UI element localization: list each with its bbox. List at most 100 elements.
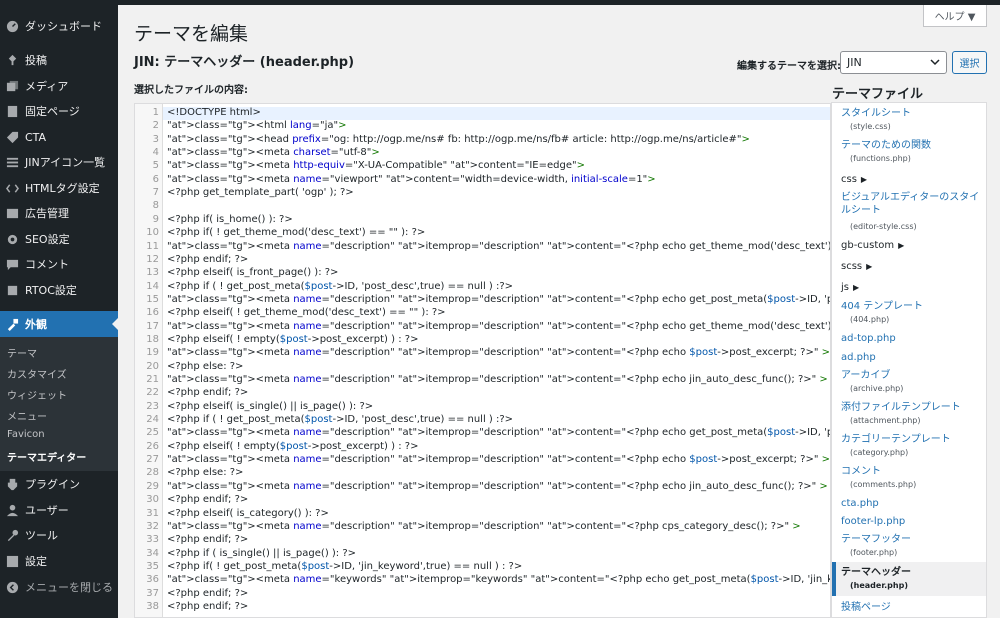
- folder-item[interactable]: js ▶: [841, 282, 859, 293]
- code-line[interactable]: <?php if ( is_single() || is_page() ): ?…: [167, 548, 356, 559]
- file-link[interactable]: ad-top.php: [841, 332, 981, 345]
- code-line[interactable]: "at">class="tg"><meta name="description"…: [167, 347, 830, 358]
- code-line[interactable]: <!DOCTYPE html>: [167, 107, 261, 118]
- code-line[interactable]: <?php else: ?>: [167, 361, 243, 372]
- line-number: 3: [152, 134, 159, 145]
- folder-item[interactable]: gb-custom ▶: [841, 240, 904, 251]
- sidebar-item-4[interactable]: CTA: [0, 124, 118, 150]
- code-line[interactable]: <?php if ( ! get_post_meta($post->ID, 'p…: [167, 414, 513, 425]
- code-line[interactable]: <?php elseif( is_single() || is_page() )…: [167, 401, 373, 412]
- line-number: 15: [146, 294, 159, 305]
- theme-select[interactable]: JIN: [840, 51, 947, 74]
- submenu-item[interactable]: テーマ: [7, 345, 37, 360]
- line-number: 35: [146, 561, 159, 572]
- code-line[interactable]: <?php endif; ?>: [167, 387, 248, 398]
- file-link[interactable]: ad.php: [841, 351, 981, 364]
- sidebar-item-label: プラグイン: [25, 478, 80, 491]
- code-line[interactable]: <?php endif; ?>: [167, 534, 248, 545]
- submenu-item[interactable]: Favicon: [7, 429, 45, 440]
- folder-item[interactable]: scss ▶: [841, 261, 872, 272]
- file-link[interactable]: スタイルシート: [841, 107, 981, 120]
- code-line[interactable]: <?php elseif( ! empty($post->post_excerp…: [167, 441, 418, 452]
- sidebar-item-8[interactable]: SEO設定: [0, 226, 118, 252]
- submenu-item[interactable]: テーマエディター: [7, 449, 86, 464]
- select-theme-button[interactable]: 選択: [952, 51, 987, 74]
- sidebar-item-2[interactable]: メディア: [0, 73, 118, 99]
- code-line[interactable]: "at">class="tg"><meta name="keywords" "a…: [167, 574, 830, 585]
- sidebar-item-10[interactable]: RTOC設定: [0, 277, 118, 303]
- file-link[interactable]: コメント: [841, 465, 981, 478]
- code-line[interactable]: "at">class="tg"><meta name="description"…: [167, 374, 828, 385]
- code-line[interactable]: <?php elseif( is_front_page() ): ?>: [167, 267, 338, 278]
- line-number: 32: [146, 521, 159, 532]
- folder-item[interactable]: css ▶: [841, 174, 867, 185]
- sidebar-item-15[interactable]: 設定: [0, 548, 118, 574]
- submenu-item[interactable]: ウィジェット: [7, 387, 67, 402]
- code-line[interactable]: <?php elseif( ! empty($post->post_excerp…: [167, 334, 418, 345]
- code-line[interactable]: "at">class="tg"><head prefix="og: http:/…: [167, 134, 750, 145]
- file-link[interactable]: テーマフッター: [841, 533, 981, 546]
- folder-label: scss: [841, 261, 863, 272]
- code-line[interactable]: <?php elseif( ! get_theme_mod('desc_text…: [167, 307, 446, 318]
- sidebar-item-11[interactable]: 外観: [0, 311, 118, 337]
- file-link[interactable]: 添付ファイルテンプレート: [841, 401, 981, 414]
- code-editor[interactable]: 1 2 3 4 5 6 7 8 9 10 11 12 13 14 15 16 17 18 19 20 21 22 23 24 2…: [134, 103, 831, 618]
- line-number: 30: [146, 494, 159, 505]
- code-line[interactable]: "at">class="tg"><meta name="description"…: [167, 294, 830, 305]
- sidebar-item-label: コメント: [25, 258, 69, 271]
- file-link[interactable]: アーカイブ: [841, 369, 981, 382]
- code-line[interactable]: "at">class="tg"><meta name="description"…: [167, 427, 830, 438]
- code-line[interactable]: <?php if( ! get_post_meta($post->ID, 'ji…: [167, 561, 522, 572]
- submenu-item[interactable]: カスタマイズ: [7, 366, 67, 381]
- code-line[interactable]: <?php if( ! get_theme_mod('desc_text') =…: [167, 227, 425, 238]
- file-link[interactable]: テーマヘッダー: [841, 566, 981, 579]
- file-link[interactable]: 404 テンプレート: [841, 300, 981, 313]
- code-line[interactable]: <?php endif; ?>: [167, 254, 248, 265]
- file-link[interactable]: ビジュアルエディターのスタイルシート: [841, 191, 981, 217]
- sidebar-item-16[interactable]: メニューを閉じる: [0, 574, 118, 600]
- line-number: 28: [146, 467, 159, 478]
- code-line[interactable]: <?php endif; ?>: [167, 588, 248, 599]
- sidebar-item-9[interactable]: コメント: [0, 251, 118, 277]
- sidebar-item-5[interactable]: JINアイコン一覧: [0, 149, 118, 175]
- code-line[interactable]: "at">class="tg"><meta name="description"…: [167, 521, 801, 532]
- line-number: 26: [146, 441, 159, 452]
- code-line[interactable]: <?php endif; ?>: [167, 494, 248, 505]
- code-line[interactable]: <?php else: ?>: [167, 467, 243, 478]
- file-link[interactable]: footer-lp.php: [841, 515, 981, 528]
- code-line[interactable]: "at">class="tg"><meta charset="utf-8">: [167, 147, 380, 158]
- code-line[interactable]: <?php if ( ! get_post_meta($post->ID, 'p…: [167, 281, 513, 292]
- sidebar-item-12[interactable]: プラグイン: [0, 471, 118, 497]
- brush-icon: [5, 317, 19, 331]
- code-line[interactable]: <?php if( is_home() ): ?>: [167, 214, 293, 225]
- sidebar-item-7[interactable]: 広告管理: [0, 200, 118, 226]
- code-line[interactable]: "at">class="tg"><html lang="ja">: [167, 120, 346, 131]
- file-link[interactable]: cta.php: [841, 497, 981, 510]
- code-line[interactable]: "at">class="tg"><meta name="description"…: [167, 454, 830, 465]
- file-link[interactable]: 投稿ページ: [841, 601, 981, 614]
- file-link[interactable]: テーマのための関数: [841, 139, 981, 152]
- code-line[interactable]: <?php endif; ?>: [167, 601, 248, 612]
- file-link[interactable]: カテゴリーテンプレート: [841, 433, 981, 446]
- sidebar-item-3[interactable]: 固定ページ: [0, 98, 118, 124]
- code-line[interactable]: "at">class="tg"><meta http-equiv="X-UA-C…: [167, 160, 585, 171]
- submenu-item[interactable]: メニュー: [7, 408, 47, 423]
- code-line[interactable]: "at">class="tg"><meta name="description"…: [167, 241, 830, 252]
- line-number: 11: [146, 241, 159, 252]
- gear-icon: [5, 232, 19, 246]
- line-number: 34: [146, 548, 159, 559]
- active-line-highlight: [163, 107, 830, 120]
- sidebar-item-14[interactable]: ツール: [0, 522, 118, 548]
- code-line[interactable]: "at">class="tg"><meta name="description"…: [167, 321, 830, 332]
- theme-files-list: スタイルシート (style.css) テーマのための関数 (functions.ph…: [831, 102, 987, 618]
- code-line[interactable]: <?php elseif( is_category() ): ?>: [167, 508, 329, 519]
- code-line[interactable]: "at">class="tg"><meta name="viewport" "a…: [167, 174, 656, 185]
- code-line[interactable]: "at">class="tg"><meta name="description"…: [167, 481, 828, 492]
- sidebar-item-13[interactable]: ユーザー: [0, 497, 118, 523]
- code-line[interactable]: <?php get_template_part( 'ogp' ); ?>: [167, 187, 354, 198]
- help-button[interactable]: ヘルプ ▼: [923, 5, 987, 27]
- theme-select-label: 編集するテーマを選択:: [737, 61, 841, 72]
- sidebar-item-6[interactable]: HTMLタグ設定: [0, 175, 118, 201]
- sidebar-item-1[interactable]: 投稿: [0, 47, 118, 73]
- sidebar-item-0[interactable]: ダッシュボード: [0, 13, 118, 39]
